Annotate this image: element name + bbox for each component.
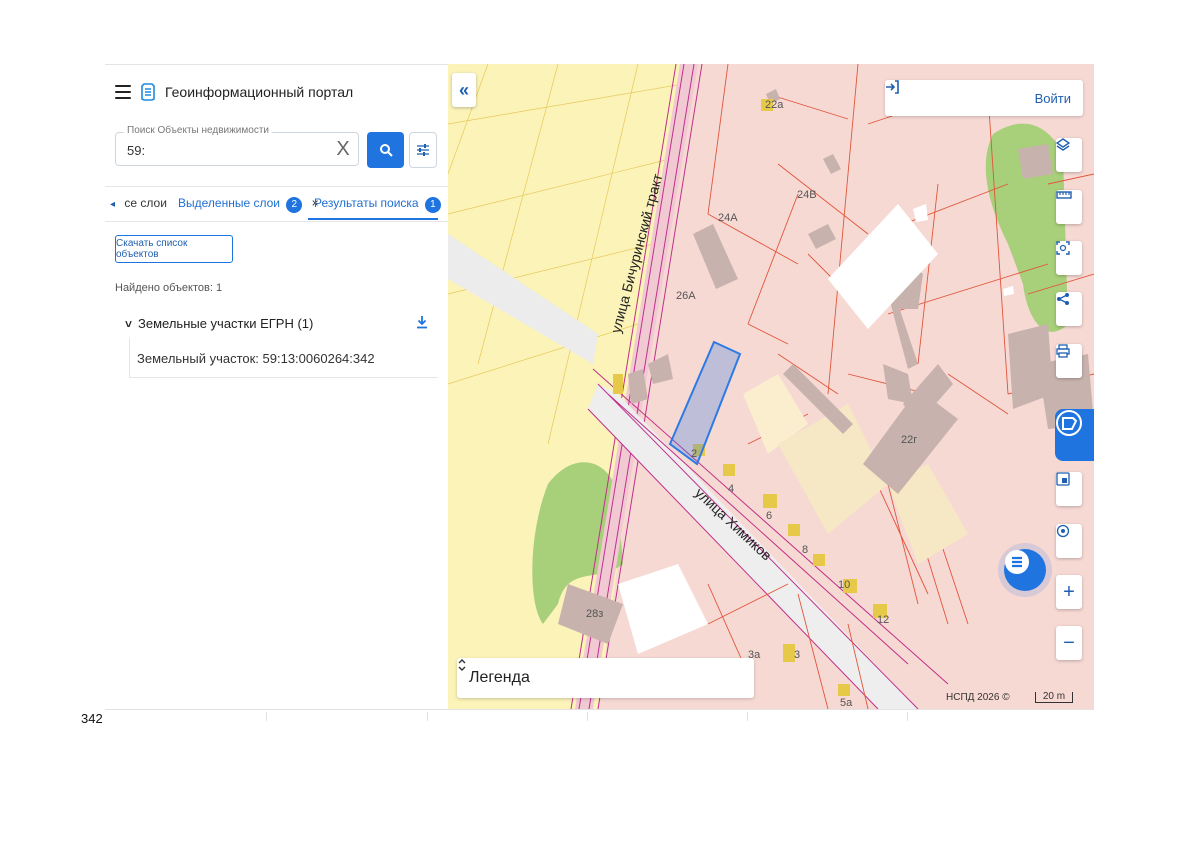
app-title: Геоинформационный портал: [165, 84, 354, 100]
results-group-label: Земельные участки ЕГРН (1): [138, 316, 314, 331]
legend-label: Легенда: [469, 669, 530, 686]
filter-button[interactable]: [409, 132, 437, 168]
divider-tick: [907, 712, 908, 721]
layers-icon: [1056, 138, 1070, 151]
house-number: 3: [794, 649, 800, 661]
minimap-icon: [1056, 472, 1070, 486]
house-number: 24В: [797, 189, 817, 201]
share-button[interactable]: [1056, 292, 1082, 326]
layer-panel-icon: [1056, 410, 1082, 436]
divider-tick: [587, 712, 588, 721]
house-number: 10: [838, 579, 850, 591]
search-button[interactable]: [367, 132, 404, 168]
layers-button[interactable]: [1056, 138, 1082, 172]
print-button[interactable]: [1056, 344, 1082, 378]
sidebar-panel: Геоинформационный портал Поиск Объекты н…: [105, 64, 457, 709]
select-area-button[interactable]: [1056, 241, 1082, 275]
house-number: 22г: [901, 434, 917, 446]
house-number: 28з: [586, 608, 603, 620]
select-area-icon: [1056, 241, 1070, 255]
map-attribution: НСПД 2026 ©: [946, 692, 1010, 703]
tab-selected-layers[interactable]: Выделенные слои 2 ×: [178, 196, 319, 213]
search-value[interactable]: 59:: [127, 143, 145, 158]
sliders-icon: [417, 144, 429, 156]
house-number: 12: [877, 614, 889, 626]
selected-parcel: [668, 340, 742, 466]
tab-selected-layers-label: Выделенные слои: [178, 196, 280, 210]
portal-logo-icon: [141, 83, 155, 101]
divider-tick: [427, 712, 428, 721]
map-view[interactable]: улица Бичуринский тракт улица Химиков 22…: [448, 64, 1094, 709]
list-item[interactable]: Земельный участок: 59:13:0060264:342: [129, 338, 438, 378]
download-icon[interactable]: [416, 315, 428, 329]
search-input[interactable]: Поиск Объекты недвижимости 59: X: [115, 125, 359, 166]
found-count: Найдено объектов: 1: [115, 282, 223, 294]
print-icon: [1056, 344, 1070, 358]
clear-search-icon[interactable]: X: [334, 139, 352, 159]
location-button[interactable]: [1056, 524, 1082, 558]
page-divider: [105, 709, 1094, 710]
map-canvas[interactable]: улица Бичуринский тракт улица Химиков 22…: [448, 64, 1094, 709]
login-icon: [886, 80, 899, 94]
login-button[interactable]: Войти: [885, 80, 1083, 116]
search-results-count-badge: 1: [424, 197, 441, 213]
house-number: 4: [728, 483, 734, 495]
layer-panel-button[interactable]: [1055, 409, 1094, 461]
ruler-button[interactable]: [1056, 190, 1082, 224]
divider-tick: [747, 712, 748, 721]
scale-bar: 20 m: [1035, 692, 1073, 703]
house-number: 5а: [840, 697, 853, 709]
tab-all-layers[interactable]: ◂ се слои: [110, 196, 167, 210]
results-group-header[interactable]: ˅ Земельные участки ЕГРН (1): [125, 316, 313, 331]
house-number: 2: [691, 448, 697, 460]
download-list-button[interactable]: Скачать список объектов: [115, 235, 233, 263]
chat-button[interactable]: [1004, 549, 1046, 591]
divider-tick: [266, 712, 267, 721]
house-number: 26А: [676, 290, 696, 302]
house-number: 24А: [718, 212, 738, 224]
zoom-out-button[interactable]: −: [1056, 626, 1082, 660]
app-window: Геоинформационный портал Поиск Объекты н…: [105, 64, 1094, 709]
chevron-down-icon: ˅: [125, 316, 133, 331]
app-header: Геоинформационный портал: [115, 81, 353, 103]
tab-all-layers-label: се слои: [124, 196, 167, 210]
selected-layers-count-badge: 2: [286, 197, 303, 213]
share-icon: [1057, 293, 1069, 305]
house-number: 8: [802, 544, 808, 556]
tab-search-results-label: Результаты поиска: [314, 196, 419, 210]
active-tab-indicator: [308, 218, 438, 220]
tab-scroll-left-icon[interactable]: ◂: [110, 199, 115, 210]
location-icon: [1056, 524, 1070, 538]
tab-search-results[interactable]: Результаты поиска 1 ×: [314, 196, 457, 213]
house-number: 6: [766, 510, 772, 522]
collapse-panel-button[interactable]: «: [452, 73, 476, 107]
search-label: Поиск Объекты недвижимости: [124, 125, 272, 136]
search-icon: [379, 144, 393, 157]
house-number: 22а: [765, 99, 784, 111]
chat-list-icon: [1005, 550, 1029, 574]
page-number: 342: [81, 711, 103, 726]
menu-icon[interactable]: [115, 85, 131, 99]
minimap-button[interactable]: [1056, 472, 1082, 506]
tab-bar: ◂ се слои Выделенные слои 2 × Результаты…: [105, 186, 457, 222]
zoom-in-button[interactable]: +: [1056, 575, 1082, 609]
login-label: Войти: [1034, 90, 1071, 106]
ruler-icon: [1056, 191, 1072, 199]
legend-panel[interactable]: Легенда: [457, 658, 754, 698]
